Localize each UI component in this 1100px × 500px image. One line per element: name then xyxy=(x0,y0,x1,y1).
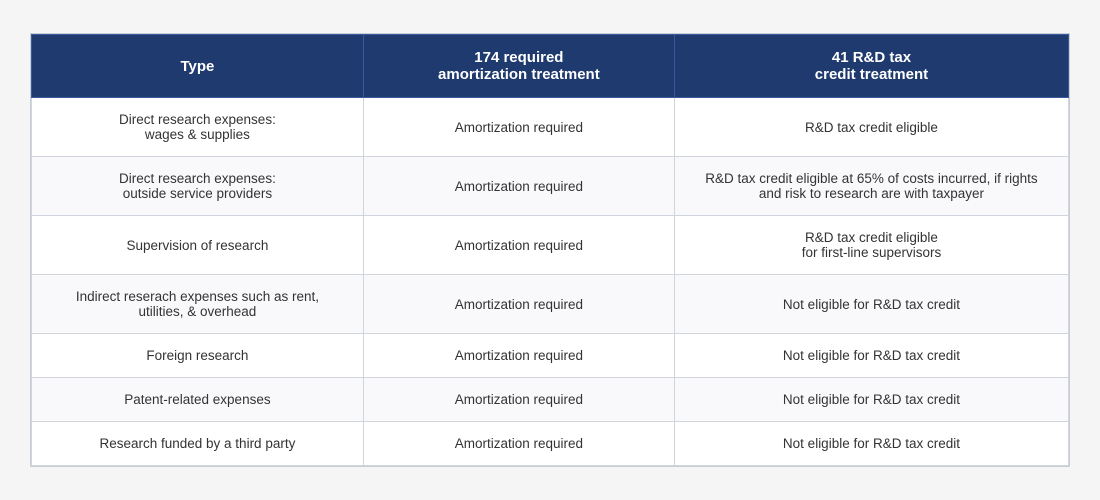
table-row: Indirect reserach expenses such as rent,… xyxy=(32,275,1069,334)
cell-amortization: Amortization required xyxy=(363,275,674,334)
cell-amortization: Amortization required xyxy=(363,216,674,275)
cell-type: Patent-related expenses xyxy=(32,378,364,422)
cell-credit: R&D tax credit eligible at 65% of costs … xyxy=(674,157,1068,216)
cell-credit: R&D tax credit eligiblefor first-line su… xyxy=(674,216,1068,275)
header-amortization: 174 requiredamortization treatment xyxy=(363,35,674,98)
cell-amortization: Amortization required xyxy=(363,157,674,216)
cell-amortization: Amortization required xyxy=(363,422,674,466)
table-row: Direct research expenses:outside service… xyxy=(32,157,1069,216)
cell-amortization: Amortization required xyxy=(363,98,674,157)
cell-type: Research funded by a third party xyxy=(32,422,364,466)
header-credit: 41 R&D taxcredit treatment xyxy=(674,35,1068,98)
table-row: Patent-related expensesAmortization requ… xyxy=(32,378,1069,422)
cell-credit: Not eligible for R&D tax credit xyxy=(674,422,1068,466)
table-row: Supervision of researchAmortization requ… xyxy=(32,216,1069,275)
table-row: Direct research expenses:wages & supplie… xyxy=(32,98,1069,157)
cell-credit: Not eligible for R&D tax credit xyxy=(674,378,1068,422)
cell-credit: R&D tax credit eligible xyxy=(674,98,1068,157)
header-type: Type xyxy=(32,35,364,98)
cell-amortization: Amortization required xyxy=(363,378,674,422)
table-row: Research funded by a third partyAmortiza… xyxy=(32,422,1069,466)
cell-type: Direct research expenses:wages & supplie… xyxy=(32,98,364,157)
table-row: Foreign researchAmortization requiredNot… xyxy=(32,334,1069,378)
cell-type: Foreign research xyxy=(32,334,364,378)
cell-type: Direct research expenses:outside service… xyxy=(32,157,364,216)
cell-credit: Not eligible for R&D tax credit xyxy=(674,275,1068,334)
comparison-table: Type 174 requiredamortization treatment … xyxy=(30,33,1070,467)
cell-type: Indirect reserach expenses such as rent,… xyxy=(32,275,364,334)
cell-type: Supervision of research xyxy=(32,216,364,275)
table-header-row: Type 174 requiredamortization treatment … xyxy=(32,35,1069,98)
cell-amortization: Amortization required xyxy=(363,334,674,378)
cell-credit: Not eligible for R&D tax credit xyxy=(674,334,1068,378)
